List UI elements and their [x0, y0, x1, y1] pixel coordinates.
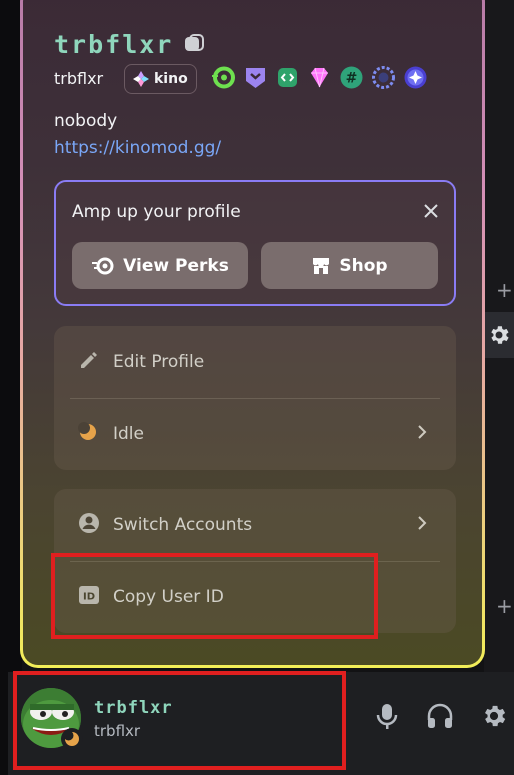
clan-tag-icon[interactable] [183, 33, 205, 59]
user-circle-icon [78, 512, 100, 538]
channel-settings-gear-icon[interactable] [484, 312, 514, 358]
add-icon[interactable]: + [496, 278, 513, 302]
amp-up-profile-card: Amp up your profile View Perks Shop [54, 180, 456, 306]
edit-profile-label: Edit Profile [113, 352, 205, 372]
profile-username: trbflxr [54, 69, 104, 88]
highlight-copy-user-id [51, 553, 378, 639]
headphones-icon[interactable] [426, 702, 454, 734]
user-settings-gear-icon[interactable] [480, 702, 508, 734]
amp-title: Amp up your profile [72, 202, 241, 222]
chevron-right-icon [416, 515, 428, 535]
pencil-icon [78, 349, 100, 375]
close-icon[interactable] [422, 202, 440, 224]
server-rail [0, 0, 22, 775]
active-developer-icon[interactable] [275, 65, 300, 90]
switch-accounts-label: Switch Accounts [113, 515, 253, 535]
add-icon[interactable]: + [496, 594, 513, 618]
guild-tag-label: kino [154, 71, 188, 87]
guild-tag-icon [133, 71, 149, 87]
idle-moon-icon [78, 422, 98, 446]
view-perks-label: View Perks [123, 255, 229, 276]
hashtag-badge-icon[interactable]: # [339, 65, 364, 90]
view-perks-button[interactable]: View Perks [72, 242, 248, 289]
guild-tag[interactable]: kino [124, 64, 197, 94]
orb-badge-icon[interactable] [403, 65, 428, 90]
status-menu: Edit Profile Idle [54, 326, 456, 470]
profile-bio: nobody [54, 111, 118, 131]
nitro-perks-icon [92, 257, 114, 274]
badge-list: # [211, 65, 428, 90]
shop-button[interactable]: Shop [261, 242, 438, 289]
hypesquad-icon[interactable] [243, 65, 268, 90]
shop-label: Shop [339, 255, 388, 276]
shop-icon [313, 257, 330, 274]
quest-laurel-icon[interactable] [371, 65, 396, 90]
chevron-right-icon [416, 424, 428, 444]
highlight-user-panel [13, 671, 346, 770]
microphone-icon[interactable] [374, 702, 400, 734]
edit-profile-item[interactable]: Edit Profile [54, 326, 456, 398]
status-idle-item[interactable]: Idle [54, 398, 456, 470]
profile-link[interactable]: https://kinomod.gg/ [54, 138, 221, 158]
profile-display-name: trbflxr [54, 30, 174, 59]
server-booster-icon[interactable] [307, 65, 332, 90]
switch-accounts-item[interactable]: Switch Accounts [54, 489, 456, 561]
svg-text:#: # [346, 71, 358, 87]
nitro-icon[interactable] [211, 65, 236, 90]
idle-label: Idle [113, 424, 144, 444]
